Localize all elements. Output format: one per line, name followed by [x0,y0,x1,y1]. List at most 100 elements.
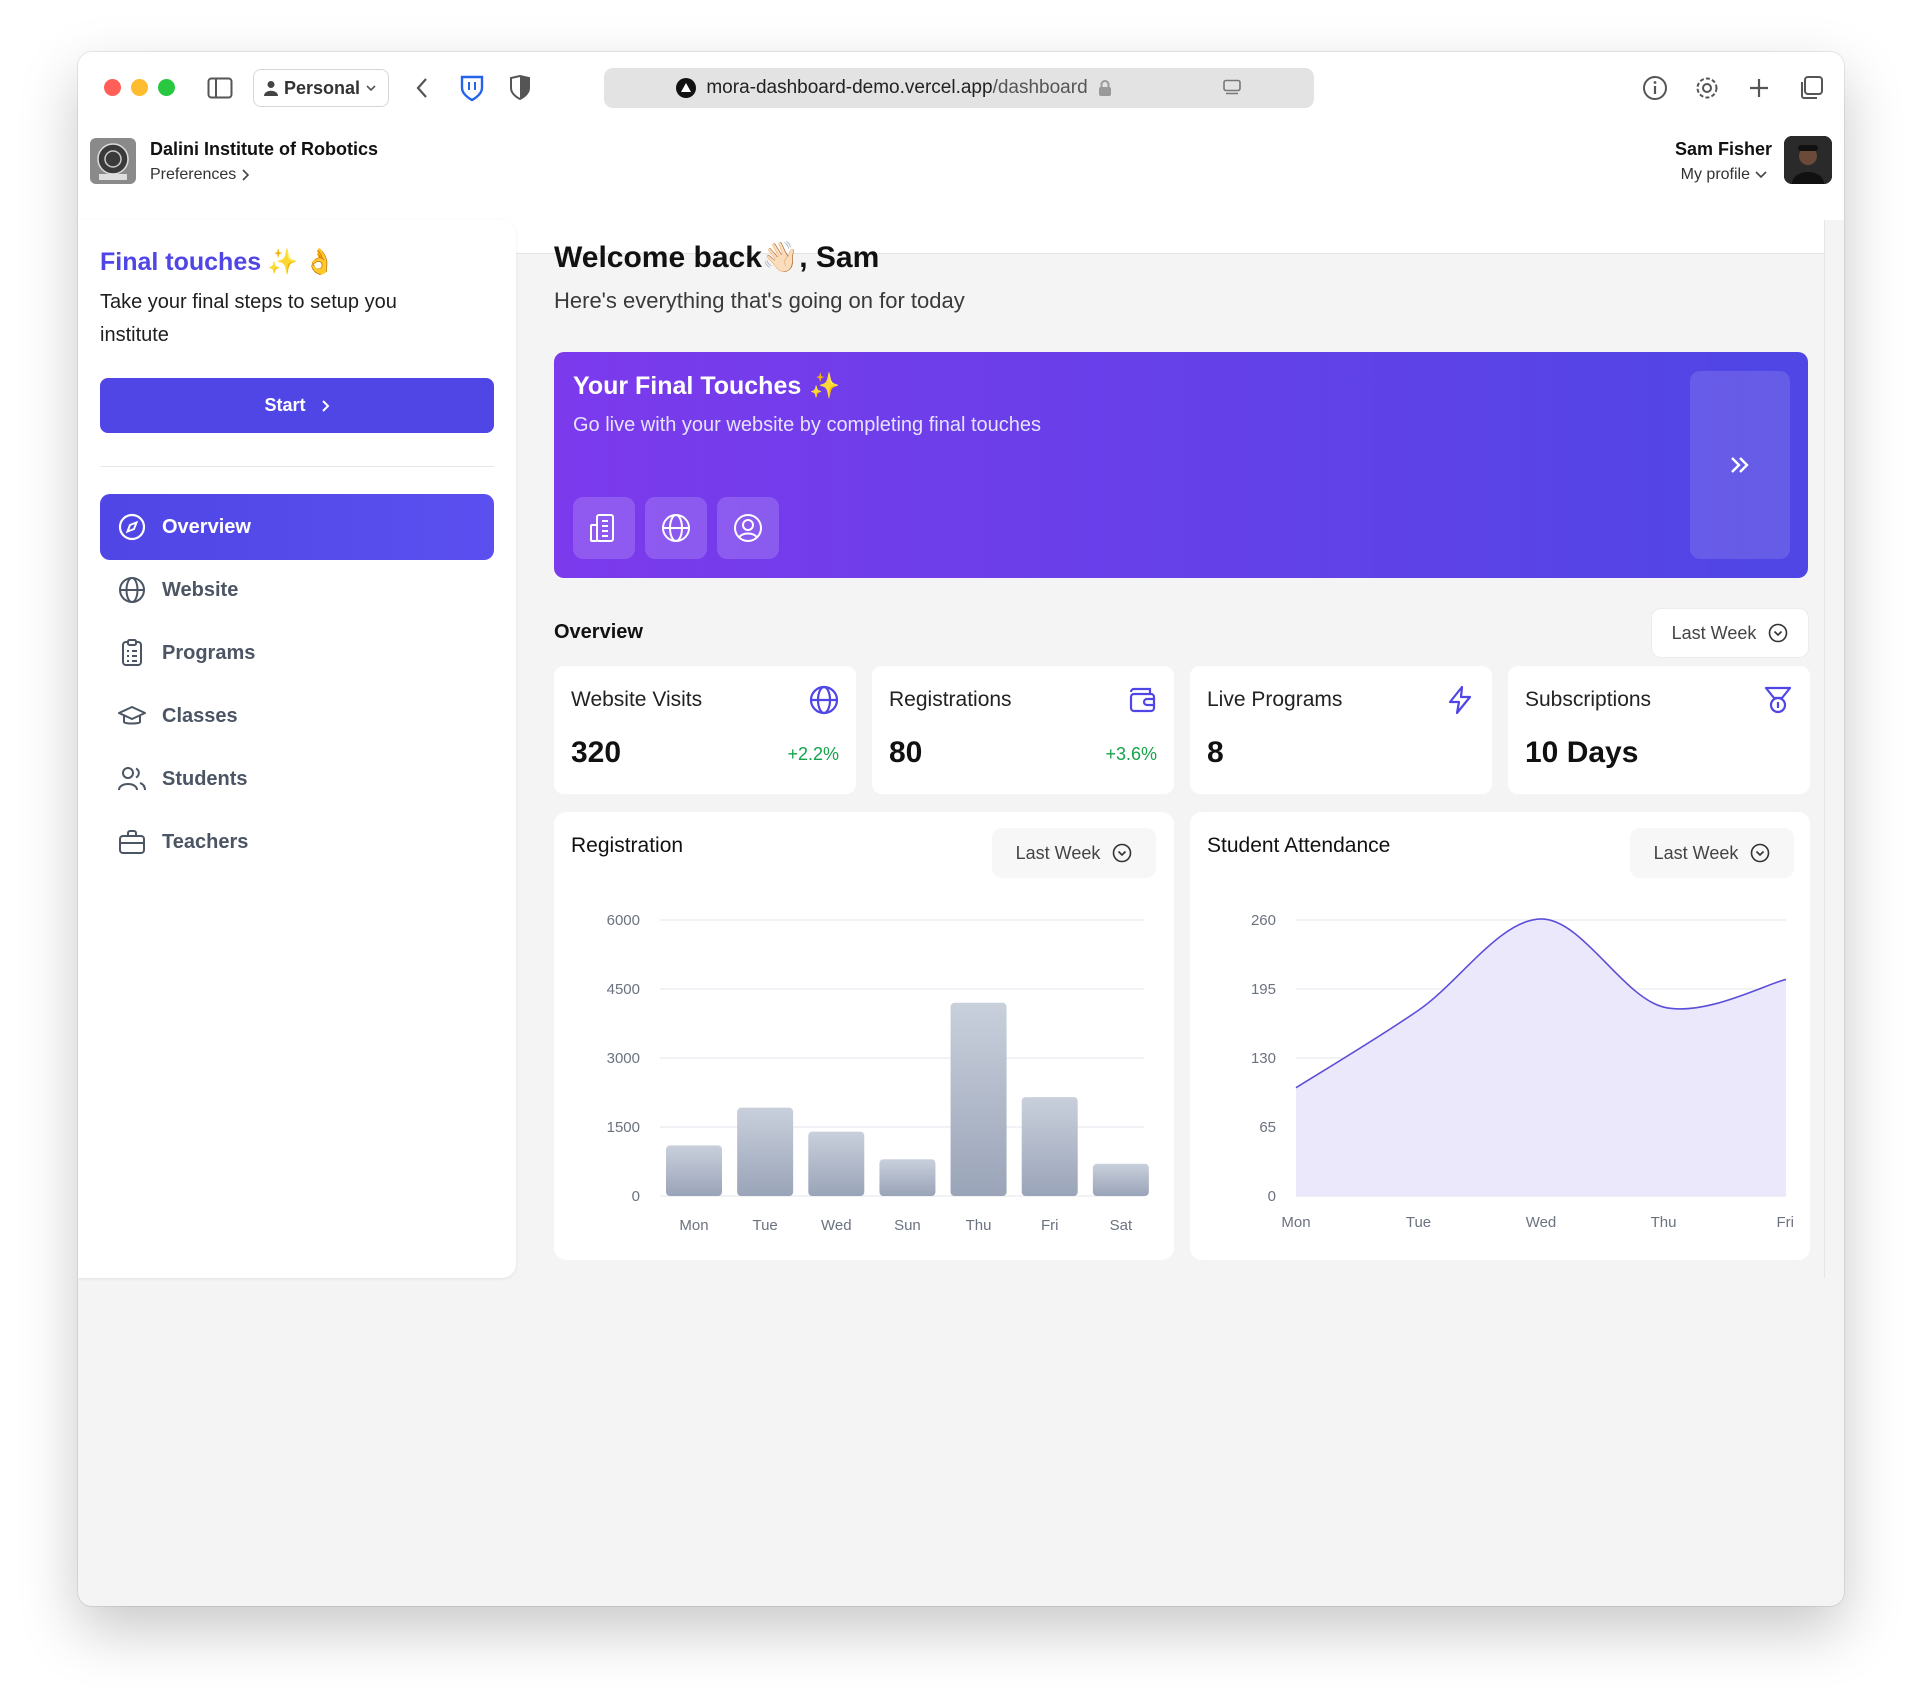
stat-label: Registrations [889,688,1012,711]
lock-icon [1098,80,1111,96]
y-tick-label: 6000 [607,912,640,929]
sidebar-item-label: Website [162,578,239,601]
stat-label: Website Visits [571,688,703,711]
stat-value: 8 [1207,736,1224,769]
browser-window: Personal mora-dashboard-demo.vercel.app/… [78,52,1844,1606]
close-window-button[interactable] [104,79,121,96]
globe-icon[interactable] [645,497,707,559]
medal-icon [1764,686,1792,714]
briefcase-icon [119,830,145,854]
bar-thu [950,1002,1007,1196]
sidebar-item-classes[interactable]: Classes [100,683,494,749]
sparkles-icon: ✨ [267,248,299,276]
stat-label: Live Programs [1207,688,1343,711]
institute-logo[interactable] [90,138,136,184]
sidebar-toggle-icon[interactable] [206,74,234,102]
final-touches-banner[interactable]: Your Final Touches ✨ Go live with your w… [554,352,1808,578]
y-tick-label: 1500 [607,1119,640,1136]
site-favicon-icon [676,78,697,98]
tab-overview-icon[interactable] [1797,74,1825,102]
x-tick-label: Fri [1041,1217,1059,1234]
new-tab-plus-icon[interactable] [1745,74,1773,102]
sidebar-item-programs[interactable]: Programs [100,620,494,686]
info-icon[interactable] [1641,74,1669,102]
sidebar-item-label: Overview [162,515,251,538]
stat-delta: +3.6% [1105,744,1157,764]
maximize-window-button[interactable] [158,79,175,96]
sidebar-item-website[interactable]: Website [100,557,494,623]
bitwarden-shield-icon[interactable] [458,74,486,102]
stat-card-registrations[interactable]: Registrations 80 +3.6% [872,666,1174,794]
x-tick-label: Sun [894,1217,921,1234]
bar-tue [737,1107,794,1196]
stat-card-website-visits[interactable]: Website Visits 320 +2.2% [554,666,856,794]
x-tick-label: Wed [821,1217,852,1234]
start-button-label: Start [264,395,306,415]
sidebar-item-students[interactable]: Students [100,746,494,812]
x-tick-label: Tue [752,1217,777,1234]
banner-forward-button[interactable] [1690,371,1790,559]
reader-mode-icon[interactable] [1222,79,1242,97]
bar-mon [666,1145,722,1196]
address-bar[interactable]: mora-dashboard-demo.vercel.app/dashboard [604,68,1314,108]
building-icon[interactable] [573,497,635,559]
sidebar-divider [100,466,494,467]
sidebar-item-teachers[interactable]: Teachers [100,809,494,875]
sidebar-item-label: Teachers [162,830,249,853]
chevron-down-icon [366,85,376,92]
my-profile-menu[interactable]: My profile [1681,166,1768,184]
user-name[interactable]: Sam Fisher [1675,139,1772,160]
sidebar-item-overview[interactable]: Overview [100,494,494,560]
stat-card-subscriptions[interactable]: Subscriptions 10 Days [1508,666,1810,794]
clipboard-icon [122,639,142,666]
org-name[interactable]: Dalini Institute of Robotics [150,139,378,160]
chevron-right-icon [321,399,329,412]
preferences-link[interactable]: Preferences [150,166,250,184]
x-tick-label: Thu [1651,1214,1677,1231]
lightning-icon [1448,685,1472,715]
preferences-label: Preferences [150,166,237,183]
x-tick-label: Tue [1406,1214,1431,1231]
stat-card-live-programs[interactable]: Live Programs 8 [1190,666,1492,794]
page-scrollbar[interactable] [1824,220,1844,1278]
sparkles-icon: ✨ [809,372,841,400]
y-tick-label: 130 [1251,1050,1276,1067]
x-tick-label: Wed [1526,1214,1557,1231]
overview-range-dropdown[interactable]: Last Week [1651,608,1809,658]
avatar[interactable] [1784,136,1832,184]
privacy-shield-icon[interactable] [506,74,534,102]
settings-gear-icon[interactable] [1693,74,1721,102]
start-button[interactable]: Start [100,378,494,433]
wallet-icon [1129,687,1156,713]
sidebar: Final touches ✨ 👌 Take your final steps … [78,220,516,1278]
back-icon[interactable] [408,74,436,102]
bar-fri [1021,1097,1078,1196]
profile-label: Personal [284,77,361,98]
y-tick-label: 0 [632,1188,640,1205]
attendance-chart-card: Student Attendance Last Week 0 65 130 195 26… [1190,812,1810,1260]
stat-delta: +2.2% [787,744,839,764]
ok-hand-icon: 👌 [304,248,336,276]
x-tick-label: Mon [679,1217,708,1234]
welcome-heading: Welcome back👋🏻, Sam [554,241,880,274]
registration-chart-card: Registration Last Week 0 1500 3000 4500 6000… [554,812,1174,1260]
stat-value: 10 Days [1525,736,1639,769]
bar-wed [808,1131,865,1196]
attendance-area-fill [1296,918,1786,1196]
user-circle-icon[interactable] [717,497,779,559]
profile-selector[interactable]: Personal [253,69,389,107]
sidebar-item-label: Students [162,767,248,790]
double-chevron-right-icon [1731,457,1749,473]
sidebar-item-label: Programs [162,641,256,664]
minimize-window-button[interactable] [131,79,148,96]
chevron-down-circle-icon [1769,623,1788,643]
x-tick-label: Thu [966,1217,992,1234]
url-domain: mora-dashboard-demo.vercel.app [706,77,993,98]
overview-heading: Overview [554,621,643,643]
browser-toolbar: Personal mora-dashboard-demo.vercel.app/… [78,52,1844,124]
bar-sun [879,1159,936,1196]
chevron-right-icon [242,169,250,181]
y-tick-label: 3000 [607,1050,640,1067]
y-tick-label: 195 [1251,981,1276,998]
stat-value: 80 [889,736,923,769]
